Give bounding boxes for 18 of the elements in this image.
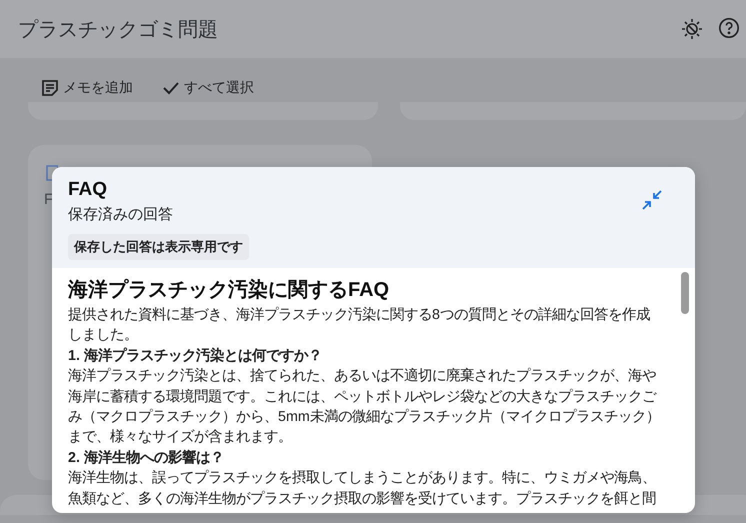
collapse-icon[interactable] xyxy=(641,189,663,211)
scrollbar-thumb[interactable] xyxy=(681,272,689,314)
add-note-button[interactable]: メモを追加 xyxy=(38,76,135,100)
faq-answer: 提供された資料に基づき、海洋プラスチック汚染に関する8つの質問とその詳細な回答を作成しました。 xyxy=(68,306,651,346)
note-icon xyxy=(40,78,60,98)
card-label: F xyxy=(44,191,54,208)
faq-answer: 海洋プラスチック汚染とは、捨てられた、あるいは不適切に廃棄されたプラスチックが、海や海岸に蓄積する環境問題です。これには、ペットボトルやレジ袋などの大きなプラスチックごみ（マクロプラスチック）から、5mm未満の微細なプラスチック片（マイクロプラスチック）まで、様々なサイズが含まれます。 xyxy=(68,366,661,448)
app-title: プラスチックゴミ問題 xyxy=(18,18,219,42)
theme-icon[interactable] xyxy=(680,17,704,41)
read-only-notice: 保存した回答は表示専用です xyxy=(68,234,249,260)
select-all-button[interactable]: すべて選択 xyxy=(159,76,256,100)
faq-heading: 海洋プラスチック汚染に関するFAQ xyxy=(68,278,390,303)
dialog-subtitle: 保存済みの回答 xyxy=(68,205,173,224)
faq-answer: 海洋生物は、誤ってプラスチックを摂取してしまうことがあります。特に、ウミガメや海鳥、魚類など、多くの海洋生物がプラスチック摂取の影響を受けています。プラスチックを餌と間 xyxy=(68,468,657,509)
faq-question: 1. 海洋プラスチック汚染とは何ですか？ xyxy=(68,346,323,366)
help-icon[interactable] xyxy=(718,17,740,39)
faq-question: 2. 海洋生物への影響は？ xyxy=(68,448,225,468)
dialog-title: FAQ xyxy=(68,179,108,201)
